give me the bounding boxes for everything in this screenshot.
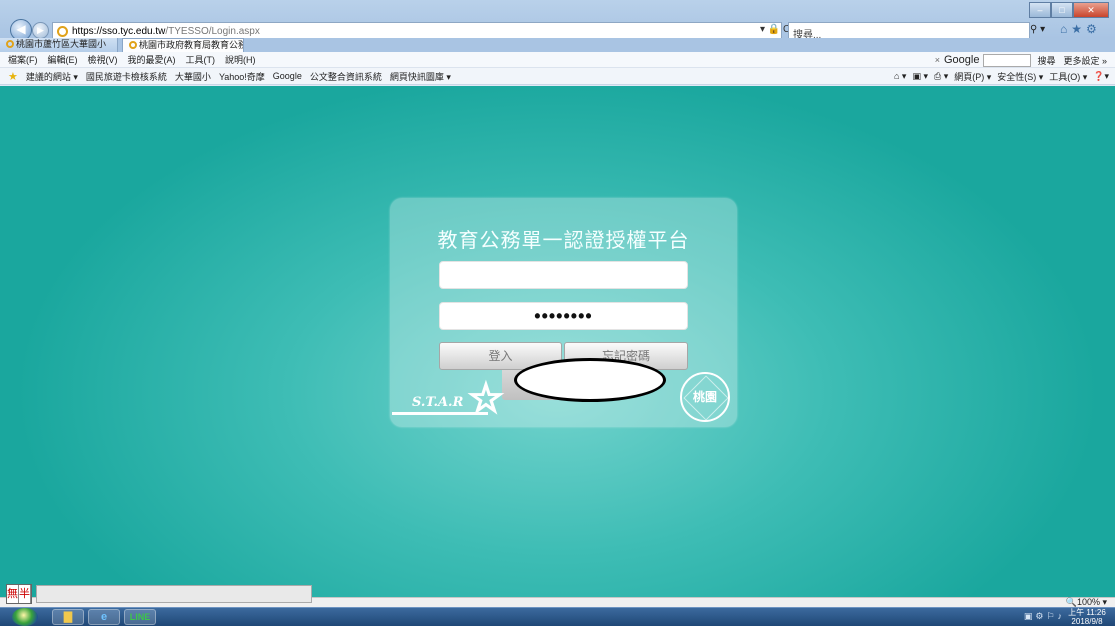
favorites-star-icon[interactable]: ★ xyxy=(8,70,18,83)
menu-help[interactable]: 說明(H) xyxy=(225,53,256,66)
login-panel: 教育公務單一認證授權平台 •••••••• 登入 忘記密碼 S.T.A.R ☆ … xyxy=(390,198,737,427)
menu-edit[interactable]: 編輯(E) xyxy=(48,53,78,66)
ime-toolbar xyxy=(36,585,312,603)
page-icon xyxy=(129,41,137,49)
fav-web-slices[interactable]: 網頁快訊圖庫 ▾ xyxy=(390,70,451,83)
password-field[interactable]: •••••••• xyxy=(439,302,688,330)
site-icon xyxy=(57,26,68,37)
browser-title-bar: ◀ ▶ https://sso.tyc.edu.tw /TYESSO/Login… xyxy=(0,0,1115,41)
search-icon[interactable]: ⚲ ▾ xyxy=(1030,24,1045,35)
close-button[interactable]: ✕ xyxy=(1073,2,1109,18)
command-bar: ⌂ ▾ ▣ ▾ ⎙ ▾ 網頁(P) ▾ 安全性(S) ▾ 工具(O) ▾ ❓▾ xyxy=(888,68,1109,85)
home-icon[interactable]: ⌂ ▾ xyxy=(894,71,906,82)
cmd-tools[interactable]: 工具(O) ▾ xyxy=(1049,70,1087,83)
ime-mode[interactable]: 無 xyxy=(7,585,19,603)
tab-bar: 桃園市蘆竹區大華國小 桃園市政府教育局教育公務... × xyxy=(0,38,1115,52)
fav-dahua[interactable]: 大華國小 xyxy=(175,70,211,83)
username-field[interactable] xyxy=(439,261,688,289)
star-logo-text: S.T.A.R xyxy=(412,395,464,410)
fav-google[interactable]: Google xyxy=(273,71,302,81)
clock-time: 上午 11:26 xyxy=(1068,608,1106,617)
start-button[interactable] xyxy=(12,608,38,626)
menu-tools[interactable]: 工具(T) xyxy=(186,53,216,66)
home-favorites-settings-icons[interactable]: ⌂★⚙ xyxy=(1060,22,1101,36)
clock-date: 2018/9/8 xyxy=(1071,617,1103,626)
taoyuan-seal: 桃園 xyxy=(680,372,730,422)
google-toolbar-close[interactable]: × xyxy=(935,55,940,65)
window-controls: – □ ✕ xyxy=(1029,2,1109,18)
fav-yahoo[interactable]: Yahoo!奇摩 xyxy=(219,70,265,83)
fav-document-system[interactable]: 公文整合資訊系統 xyxy=(310,70,382,83)
login-title: 教育公務單一認證授權平台 xyxy=(437,230,690,252)
maximize-button[interactable]: □ xyxy=(1051,2,1073,18)
star-logo: S.T.A.R ☆ xyxy=(392,377,505,427)
menu-file[interactable]: 檔案(F) xyxy=(8,53,38,66)
taskbar xyxy=(0,607,1115,626)
google-more-settings[interactable]: 更多設定 » xyxy=(1063,54,1107,67)
tab-label: 桃園市政府教育局教育公務... xyxy=(139,40,244,50)
page-content: 教育公務單一認證授權平台 •••••••• 登入 忘記密碼 S.T.A.R ☆ … xyxy=(0,86,1115,597)
minimize-button[interactable]: – xyxy=(1029,2,1051,18)
tab-dahua[interactable]: 桃園市蘆竹區大華國小 xyxy=(0,38,118,52)
tab-sso[interactable]: 桃園市政府教育局教育公務... × xyxy=(122,38,244,52)
fav-travel-card[interactable]: 國民旅遊卡檢核系統 xyxy=(86,70,167,83)
google-toolbar: × Google 搜尋 更多設定 » xyxy=(935,52,1115,68)
address-tools[interactable]: ▾ 🔒 C xyxy=(760,24,790,35)
redaction-mark xyxy=(514,358,666,402)
google-search-button[interactable]: 搜尋 xyxy=(1037,54,1055,67)
google-search-input[interactable] xyxy=(983,53,1032,67)
menu-view[interactable]: 檢視(V) xyxy=(88,53,118,66)
print-icon[interactable]: ⎙ ▾ xyxy=(934,71,948,82)
seal-text: 桃園 xyxy=(692,390,717,404)
feeds-icon[interactable]: ▣ ▾ xyxy=(912,71,928,82)
cmd-page[interactable]: 網頁(P) ▾ xyxy=(954,70,991,83)
ime-width[interactable]: 半 xyxy=(19,585,31,603)
url-path: /TYESSO/Login.aspx xyxy=(165,26,260,37)
line-taskbar-icon[interactable]: LINE xyxy=(124,609,156,625)
system-tray-icons[interactable]: ▣⚙⚐♪ xyxy=(1024,611,1065,622)
ie-taskbar-icon[interactable]: e xyxy=(88,609,120,625)
star-icon: ☆ xyxy=(467,377,505,421)
ime-indicator[interactable]: 無 半 xyxy=(6,584,32,604)
tab-label: 桃園市蘆竹區大華國小 xyxy=(16,39,107,49)
clock[interactable]: 上午 11:26 2018/9/8 xyxy=(1065,608,1109,626)
forward-button[interactable]: ▶ xyxy=(32,22,49,39)
page-icon xyxy=(6,40,14,48)
url-host: https://sso.tyc.edu.tw xyxy=(72,26,166,37)
zoom-level[interactable]: 🔍100% ▾ xyxy=(1066,597,1107,607)
help-icon[interactable]: ❓▾ xyxy=(1093,71,1109,82)
google-logo: Google xyxy=(943,54,980,66)
fav-suggested[interactable]: 建議的網站 ▾ xyxy=(26,70,78,83)
explorer-taskbar-icon[interactable]: ▇ xyxy=(52,609,84,625)
cmd-safety[interactable]: 安全性(S) ▾ xyxy=(997,70,1043,83)
menu-favorites[interactable]: 我的最愛(A) xyxy=(128,53,176,66)
